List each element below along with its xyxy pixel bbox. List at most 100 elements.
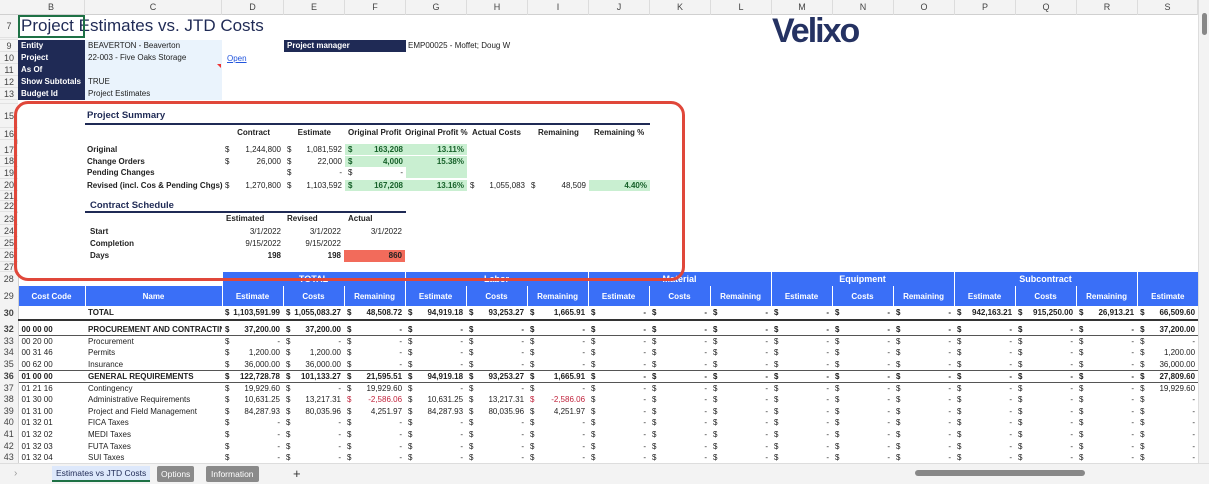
amount-cell[interactable]: $ - [527, 452, 588, 464]
amount-cell[interactable]: $ - [771, 306, 833, 321]
amount-cell[interactable]: $ - [466, 382, 527, 394]
column-header[interactable]: Remaining [709, 286, 772, 306]
column-header[interactable]: Remaining [526, 286, 589, 306]
amount-cell[interactable]: $27,809.60 [1137, 370, 1199, 383]
amount-cell[interactable]: $10,631.25 [222, 394, 283, 406]
amount-cell[interactable]: $ - [649, 417, 710, 429]
amount-cell[interactable]: $ - [710, 358, 772, 371]
amount-cell[interactable]: $19,929.60 [1137, 382, 1198, 394]
amount-cell[interactable]: $ - [344, 417, 405, 429]
amount-cell[interactable]: $ - [832, 324, 894, 337]
sheet-tab-options[interactable]: Options [157, 466, 195, 482]
amount-cell[interactable]: $ - [893, 382, 954, 394]
amount-cell[interactable]: $19,929.60 [222, 382, 283, 394]
amount-cell[interactable]: $ - [405, 452, 466, 464]
amount-cell[interactable]: $ -2,586.06 [527, 394, 588, 406]
amount-cell[interactable]: $ - [1076, 347, 1137, 359]
amount-cell[interactable]: $ - [649, 370, 711, 383]
amount-cell[interactable]: $ - [1076, 429, 1137, 441]
amount-cell[interactable]: $ - [405, 382, 466, 394]
sheet-tab-information[interactable]: Information [206, 466, 259, 482]
column-header-c[interactable]: C [85, 0, 222, 15]
amount-cell[interactable]: $ - [710, 417, 771, 429]
amount-cell[interactable]: $ - [649, 394, 710, 406]
horizontal-scrollbar[interactable] [905, 468, 1195, 478]
amount-cell[interactable]: $1,200.00 [1137, 347, 1198, 359]
amount-cell[interactable]: $ - [710, 347, 771, 359]
column-header[interactable]: Estimate [587, 286, 650, 306]
amount-cell[interactable]: $ - [1015, 370, 1077, 383]
column-header[interactable]: Name [84, 286, 222, 306]
amount-cell[interactable]: $ - [710, 324, 772, 337]
amount-cell[interactable]: $ - [649, 382, 710, 394]
amount-cell[interactable]: $ - [405, 347, 466, 359]
cost-code[interactable]: 01 21 16 [18, 382, 85, 394]
amount-cell[interactable]: $ - [954, 336, 1015, 348]
amount-cell[interactable]: $ - [405, 417, 466, 429]
row-header[interactable]: 12 [0, 76, 18, 88]
amount-cell[interactable]: $ - [771, 429, 832, 441]
cost-code[interactable]: 01 32 04 [18, 452, 85, 464]
amount-cell[interactable]: $ - [832, 382, 893, 394]
amount-cell[interactable]: $1,055,083.27 [283, 306, 344, 321]
row-header[interactable]: 35 [0, 358, 19, 371]
amount-cell[interactable]: $ - [1137, 452, 1198, 464]
amount-cell[interactable]: $ - [466, 347, 527, 359]
row-header[interactable]: 13 [0, 88, 18, 100]
amount-cell[interactable]: $ - [771, 394, 832, 406]
amount-cell[interactable]: $ - [771, 452, 832, 464]
amount-cell[interactable]: $ - [1137, 406, 1198, 418]
amount-cell[interactable]: $ - [527, 417, 588, 429]
amount-cell[interactable]: $36,000.00 [1137, 358, 1199, 371]
amount-cell[interactable]: $94,919.18 [405, 306, 467, 321]
column-header-r[interactable]: R [1077, 0, 1138, 15]
amount-cell[interactable]: $ - [1076, 417, 1137, 429]
amount-cell[interactable]: $10,631.25 [405, 394, 466, 406]
amount-cell[interactable]: $ - [1015, 347, 1076, 359]
column-header-b[interactable]: B [18, 0, 85, 15]
amount-cell[interactable]: $ - [588, 394, 649, 406]
cost-name[interactable]: PROCUREMENT AND CONTRACTING [85, 324, 222, 337]
amount-cell[interactable]: $ - [954, 440, 1015, 452]
cost-code[interactable]: 01 32 02 [18, 429, 85, 441]
column-header-o[interactable]: O [894, 0, 955, 15]
row-header[interactable]: 36 [0, 370, 19, 383]
column-header-f[interactable]: F [345, 0, 406, 15]
cost-code[interactable] [18, 306, 85, 321]
cost-name[interactable]: TOTAL [85, 306, 222, 321]
amount-cell[interactable]: $ - [954, 370, 1016, 383]
amount-cell[interactable]: $ - [954, 452, 1015, 464]
chevron-right-icon[interactable]: › [14, 468, 17, 479]
amount-cell[interactable]: $ - [893, 452, 954, 464]
amount-cell[interactable]: $37,200.00 [1137, 324, 1199, 337]
amount-cell[interactable]: $ - [710, 429, 771, 441]
amount-cell[interactable]: $ - [588, 440, 649, 452]
amount-cell[interactable]: $13,217.31 [283, 394, 344, 406]
amount-cell[interactable]: $ - [283, 452, 344, 464]
amount-cell[interactable]: $ - [344, 440, 405, 452]
amount-cell[interactable]: $ - [344, 347, 405, 359]
amount-cell[interactable]: $ - [527, 347, 588, 359]
column-header[interactable]: Costs [831, 286, 894, 306]
amount-cell[interactable]: $ - [832, 429, 893, 441]
cost-name[interactable]: MEDI Taxes [85, 429, 222, 441]
amount-cell[interactable]: $ - [954, 382, 1015, 394]
amount-cell[interactable]: $93,253.27 [466, 370, 528, 383]
amount-cell[interactable]: $ - [1076, 336, 1137, 348]
amount-cell[interactable]: $ - [466, 417, 527, 429]
amount-cell[interactable]: $ - [222, 336, 283, 348]
column-header-h[interactable]: H [467, 0, 528, 15]
amount-cell[interactable]: $ - [1015, 440, 1076, 452]
amount-cell[interactable]: $ - [832, 394, 893, 406]
amount-cell[interactable]: $26,913.21 [1076, 306, 1138, 321]
amount-cell[interactable]: $1,665.91 [527, 370, 589, 383]
amount-cell[interactable]: $ - [832, 440, 893, 452]
column-header-q[interactable]: Q [1016, 0, 1077, 15]
amount-cell[interactable]: $101,133.27 [283, 370, 344, 383]
amount-cell[interactable]: $ - [1015, 382, 1076, 394]
column-header-l[interactable]: L [711, 0, 772, 15]
amount-cell[interactable]: $ - [1015, 324, 1077, 337]
amount-cell[interactable]: $ - [832, 417, 893, 429]
project-manager-value[interactable]: EMP00025 - Moffet; Doug W [408, 40, 510, 52]
row-header[interactable]: 34 [0, 347, 19, 359]
